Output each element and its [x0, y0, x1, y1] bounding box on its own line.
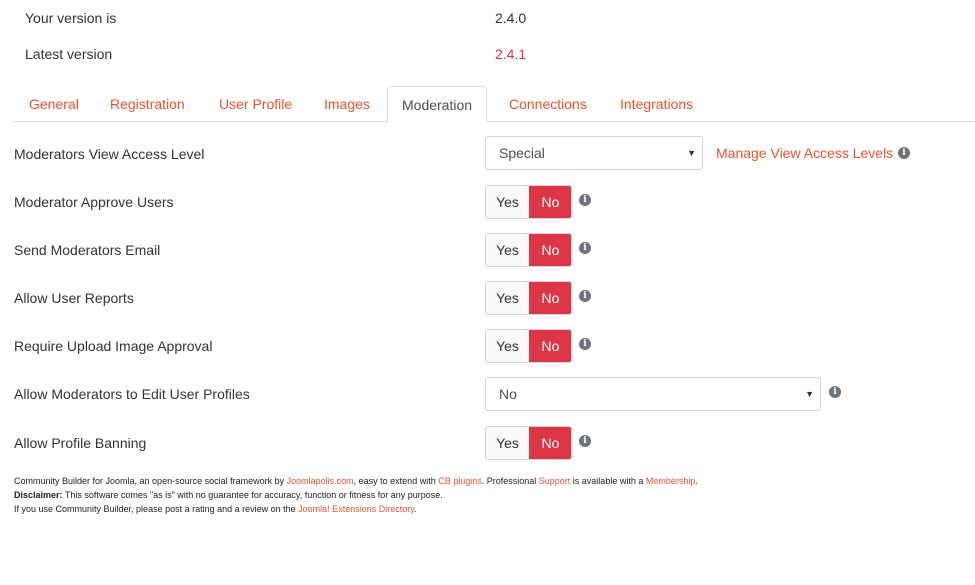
send-email-no-button[interactable]: No	[529, 234, 571, 266]
support-link[interactable]: Support	[539, 476, 571, 486]
tab-general[interactable]: General	[29, 86, 79, 122]
footer: Community Builder for Joomla, an open-so…	[14, 474, 698, 516]
info-icon[interactable]: i	[898, 147, 910, 159]
profile-banning-yes-button[interactable]: Yes	[486, 427, 529, 459]
user-reports-no-button[interactable]: No	[529, 282, 571, 314]
image-approval-no-button[interactable]: No	[529, 330, 571, 362]
image-approval-label: Require Upload Image Approval	[14, 338, 213, 354]
profile-banning-no-button[interactable]: No	[529, 427, 571, 459]
footer-text: . Professional	[481, 476, 539, 486]
footer-text: Community Builder for Joomla, an open-so…	[14, 476, 287, 486]
info-icon[interactable]: i	[829, 386, 841, 398]
footer-text: , easy to extend with	[353, 476, 439, 486]
info-icon[interactable]: i	[579, 290, 591, 302]
approve-users-no-button[interactable]: No	[529, 186, 571, 218]
footer-text: .	[414, 504, 417, 514]
latest-version-value: 2.4.1	[495, 46, 527, 62]
edit-profiles-label: Allow Moderators to Edit User Profiles	[14, 386, 250, 402]
cb-plugins-link[interactable]: CB plugins	[438, 476, 482, 486]
dropdown-caret-icon: ▼	[805, 389, 814, 399]
approve-users-yes-button[interactable]: Yes	[486, 186, 529, 218]
footer-line-2: Disclaimer: This software comes "as is" …	[14, 488, 698, 502]
tab-images[interactable]: Images	[324, 86, 370, 122]
profile-banning-toggle: Yes No	[485, 426, 572, 460]
profile-banning-label: Allow Profile Banning	[14, 435, 147, 451]
send-email-toggle: Yes No	[485, 233, 572, 267]
tab-moderation[interactable]: Moderation	[387, 86, 488, 123]
image-approval-toggle: Yes No	[485, 329, 572, 363]
info-icon[interactable]: i	[579, 435, 591, 447]
tab-connections[interactable]: Connections	[509, 86, 587, 122]
disclaimer-label: Disclaimer:	[14, 490, 63, 500]
dropdown-caret-icon: ▼	[687, 148, 696, 158]
membership-link[interactable]: Membership	[646, 476, 696, 486]
approve-users-toggle: Yes No	[485, 185, 572, 219]
disclaimer-text: This software comes "as is" with no guar…	[62, 490, 443, 500]
manage-view-access-levels-link[interactable]: Manage View Access Levels	[716, 145, 893, 161]
view-access-select[interactable]: Special ▼	[485, 136, 703, 170]
latest-version-label: Latest version	[25, 46, 113, 62]
image-approval-yes-button[interactable]: Yes	[486, 330, 529, 362]
footer-text: .	[695, 476, 698, 486]
footer-line-1: Community Builder for Joomla, an open-so…	[14, 474, 698, 488]
edit-profiles-value: No	[499, 386, 517, 402]
settings-tabs: General Registration User Profile Images…	[13, 86, 975, 123]
footer-text: is available with a	[570, 476, 646, 486]
info-icon[interactable]: i	[579, 338, 591, 350]
edit-profiles-select[interactable]: No ▼	[485, 377, 821, 411]
view-access-value: Special	[499, 145, 545, 161]
tab-user-profile[interactable]: User Profile	[219, 86, 292, 122]
your-version-value: 2.4.0	[495, 10, 527, 26]
tab-registration[interactable]: Registration	[110, 86, 185, 122]
user-reports-yes-button[interactable]: Yes	[486, 282, 529, 314]
footer-line-3: If you use Community Builder, please pos…	[14, 502, 698, 516]
view-access-label: Moderators View Access Level	[14, 146, 205, 162]
tab-integrations[interactable]: Integrations	[620, 86, 693, 122]
your-version-label: Your version is	[25, 10, 117, 26]
user-reports-toggle: Yes No	[485, 281, 572, 315]
footer-text: If you use Community Builder, please pos…	[14, 504, 299, 514]
info-icon[interactable]: i	[579, 242, 591, 254]
send-email-label: Send Moderators Email	[14, 242, 161, 258]
approve-users-label: Moderator Approve Users	[14, 194, 174, 210]
send-email-yes-button[interactable]: Yes	[486, 234, 529, 266]
user-reports-label: Allow User Reports	[14, 290, 134, 306]
joomlapolis-link[interactable]: Joomlapolis.com	[287, 476, 354, 486]
jed-link[interactable]: Joomla! Extensions Directory	[298, 504, 414, 514]
info-icon[interactable]: i	[579, 194, 591, 206]
